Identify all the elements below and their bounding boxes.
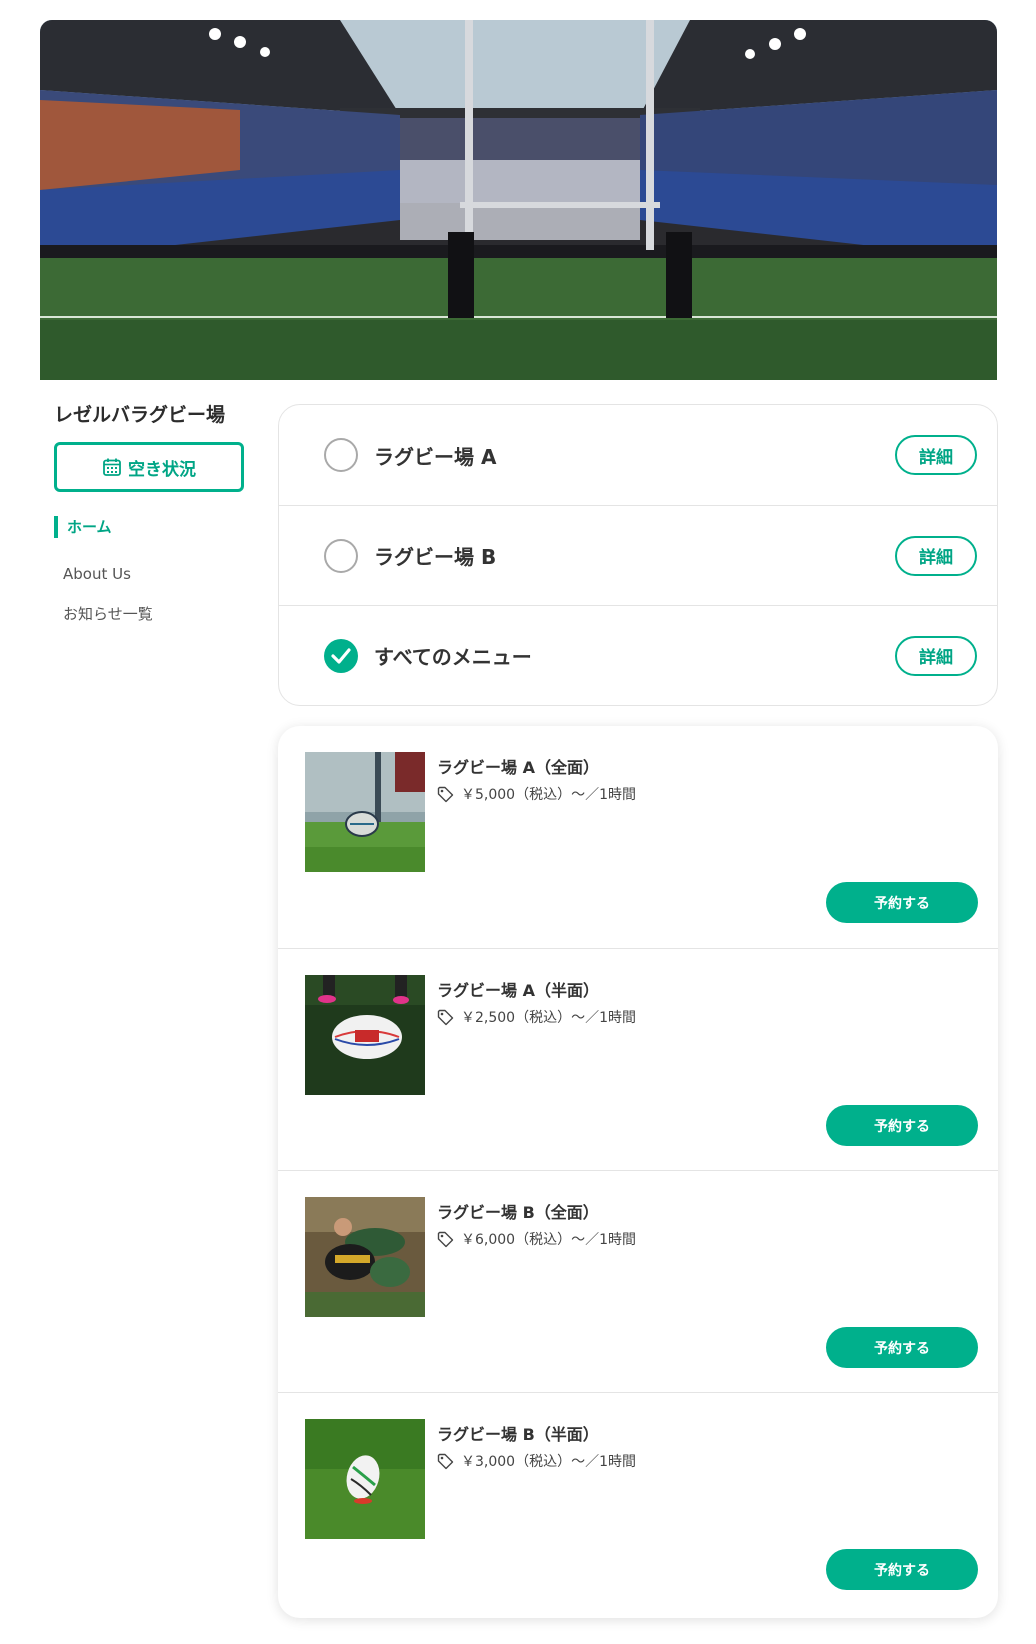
menu-item: ラグビー場 A（半面） ￥2,500（税込）〜／1時間 予約する	[278, 948, 998, 1170]
menu-title: ラグビー場 A（半面）	[437, 981, 599, 1000]
menu-price: ￥6,000（税込）〜／1時間	[437, 1229, 636, 1249]
venue-filter-card: ラグビー場 A 詳細 ラグビー場 B 詳細 すべてのメニュー 詳細	[278, 404, 998, 706]
filter-label: ラグビー場 A	[374, 444, 497, 469]
menu-price: ￥3,000（税込）〜／1時間	[437, 1451, 636, 1471]
filter-row-field-b[interactable]: ラグビー場 B 詳細	[279, 505, 997, 605]
price-tag-icon	[437, 1453, 454, 1469]
nav-item-news-list[interactable]: お知らせ一覧	[63, 603, 153, 624]
menu-price: ￥2,500（税込）〜／1時間	[437, 1007, 636, 1027]
radio-all-menus[interactable]	[324, 638, 358, 673]
availability-button-label: 空き状況	[128, 459, 196, 479]
detail-button[interactable]: 詳細	[895, 535, 977, 576]
menu-thumbnail	[305, 1197, 425, 1317]
menu-price-text: ￥5,000（税込）〜／1時間	[461, 787, 636, 803]
menu-item: ラグビー場 A（全面） ￥5,000（税込）〜／1時間 予約する	[278, 726, 998, 948]
rugby-ball-on-tee-photo	[305, 1419, 425, 1539]
price-tag-icon	[437, 1231, 454, 1247]
nav-item-home[interactable]: ホーム	[54, 516, 112, 538]
book-button[interactable]: 予約する	[826, 1105, 978, 1146]
book-button[interactable]: 予約する	[826, 1549, 978, 1590]
filter-label: すべてのメニュー	[374, 645, 532, 669]
price-tag-icon	[437, 786, 454, 802]
menu-item: ラグビー場 B（半面） ￥3,000（税込）〜／1時間 予約する	[278, 1392, 998, 1614]
filter-label: ラグビー場 B	[374, 545, 497, 569]
radio-field-a[interactable]	[324, 438, 358, 472]
menu-list: ラグビー場 A（全面） ￥5,000（税込）〜／1時間 予約する ラグビー場 A…	[278, 726, 998, 1618]
detail-button[interactable]: 詳細	[895, 635, 977, 676]
price-tag-icon	[437, 1009, 454, 1025]
menu-price: ￥5,000（税込）〜／1時間	[437, 784, 636, 804]
radio-field-b[interactable]	[324, 538, 358, 573]
menu-price-text: ￥3,000（税込）〜／1時間	[461, 1454, 636, 1470]
rugby-ball-on-turf-photo	[305, 975, 425, 1095]
menu-item: ラグビー場 B（全面） ￥6,000（税込）〜／1時間 予約する	[278, 1170, 998, 1392]
stadium-illustration	[40, 20, 997, 380]
filter-row-field-a[interactable]: ラグビー場 A 詳細	[279, 405, 997, 505]
check-icon	[331, 647, 351, 664]
menu-thumbnail	[305, 975, 425, 1095]
detail-button[interactable]: 詳細	[895, 435, 977, 475]
filter-row-all-menus[interactable]: すべてのメニュー 詳細	[279, 605, 997, 705]
rugby-tackle-photo	[305, 1197, 425, 1317]
hero-image	[40, 20, 997, 380]
menu-price-text: ￥2,500（税込）〜／1時間	[461, 1010, 636, 1026]
menu-title: ラグビー場 A（全面）	[437, 758, 599, 777]
nav-item-about-us[interactable]: About Us	[63, 565, 131, 583]
menu-title: ラグビー場 B（半面）	[437, 1425, 599, 1444]
availability-button[interactable]: 空き状況	[54, 442, 244, 492]
menu-price-text: ￥6,000（税込）〜／1時間	[461, 1232, 636, 1248]
book-button[interactable]: 予約する	[826, 1327, 978, 1368]
site-title: レゼルバラグビー場	[54, 404, 226, 426]
menu-thumbnail	[305, 752, 425, 872]
menu-title: ラグビー場 B（全面）	[437, 1203, 599, 1222]
book-button[interactable]: 予約する	[826, 882, 978, 923]
rugby-ball-kick-photo	[305, 752, 425, 872]
menu-thumbnail	[305, 1419, 425, 1539]
calendar-icon	[103, 458, 121, 476]
